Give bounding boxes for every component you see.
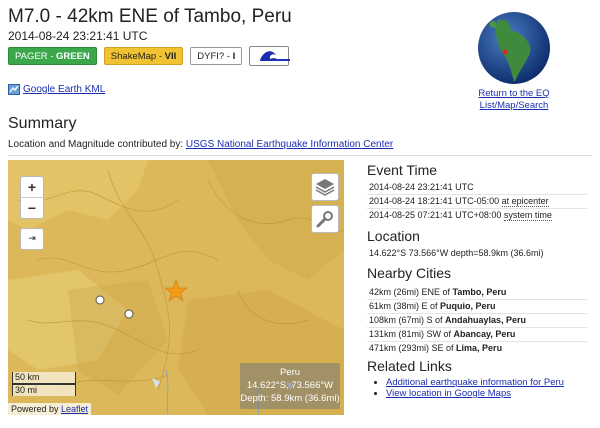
scale-mi: 30 mi [12, 384, 76, 396]
nearby-city: 42km (26mi) ENE of Tambo, Peru [369, 287, 507, 297]
zoom-control: + − [20, 176, 44, 219]
related-link-google-maps[interactable]: View location in Google Maps [386, 388, 511, 399]
dyfi-badge[interactable]: DYFI? - I [190, 47, 243, 65]
nearby-cities-heading: Nearby Cities [367, 265, 452, 281]
event-datetime: 2014-08-24 23:21:41 UTC [8, 29, 148, 43]
divider [8, 155, 592, 156]
fullscreen-button[interactable]: ⇥ [20, 228, 44, 250]
layers-icon [315, 179, 335, 196]
contributor-line: Location and Magnitude contributed by: U… [8, 139, 394, 150]
map-scale: 50 km 30 mi [12, 372, 76, 396]
layers-button[interactable] [311, 173, 339, 201]
google-earth-icon [8, 84, 20, 95]
kml-link-row[interactable]: Google Earth KML [8, 84, 105, 95]
nearby-city: 108km (67mi) S of Andahuaylas, Peru [369, 315, 527, 325]
divider [367, 341, 587, 342]
zoom-out-button[interactable]: − [21, 197, 43, 218]
location-heading: Location [367, 228, 420, 244]
map-attribution: Powered by Leaflet [8, 403, 92, 415]
map-info-box: Peru 14.622°S, 73.566°W Depth: 58.9km (3… [240, 363, 340, 409]
kml-link[interactable]: Google Earth KML [23, 84, 105, 95]
divider [367, 208, 587, 209]
divider [367, 194, 587, 195]
zoom-in-button[interactable]: + [21, 177, 43, 197]
summary-heading: Summary [8, 115, 77, 132]
location-value: 14.622°S 73.566°W depth=58.9km (36.6mi) [369, 248, 544, 258]
globe[interactable] [476, 10, 552, 91]
nearby-city: 471km (293mi) SE of Lima, Peru [369, 343, 503, 353]
globe-icon [478, 12, 550, 84]
nearby-city: 61km (38mi) E of Puquio, Peru [369, 301, 496, 311]
event-time-utc: 2014-08-24 23:21:41 UTC [369, 182, 474, 192]
divider [367, 299, 587, 300]
shakemap-badge[interactable]: ShakeMap - VII [103, 47, 184, 65]
leaflet-link[interactable]: Leaflet [61, 404, 88, 414]
page-title: M7.0 - 42km ENE of Tambo, Peru [8, 6, 292, 27]
related-link-peru-info[interactable]: Additional earthquake information for Pe… [386, 377, 564, 388]
wrench-icon [316, 211, 333, 228]
pager-badge[interactable]: PAGER - GREEN [8, 47, 97, 65]
divider [367, 313, 587, 314]
event-time-heading: Event Time [367, 162, 438, 178]
related-links-heading: Related Links [367, 358, 452, 374]
event-time-epicenter: 2014-08-24 18:21:41 UTC-05:00 at epicent… [369, 196, 549, 207]
event-map[interactable]: + − ⇥ 50 km 30 mi Powered by Leaflet Per… [8, 160, 344, 415]
scale-km: 50 km [12, 372, 76, 384]
contributor-link[interactable]: USGS National Earthquake Information Cen… [186, 139, 393, 150]
tsunami-icon[interactable] [249, 46, 291, 66]
impact-badges: PAGER - GREEN ShakeMap - VII DYFI? - I [8, 46, 291, 66]
divider [367, 327, 587, 328]
nearby-city: 131km (81mi) SW of Abancay, Peru [369, 329, 516, 339]
event-time-system: 2014-08-25 07:21:41 UTC+08:00 system tim… [369, 210, 552, 221]
eq-list-link[interactable]: Return to the EQ List/Map/Search [474, 88, 554, 112]
map-search-button[interactable] [311, 205, 339, 233]
related-links-list: Additional earthquake information for Pe… [372, 377, 564, 399]
